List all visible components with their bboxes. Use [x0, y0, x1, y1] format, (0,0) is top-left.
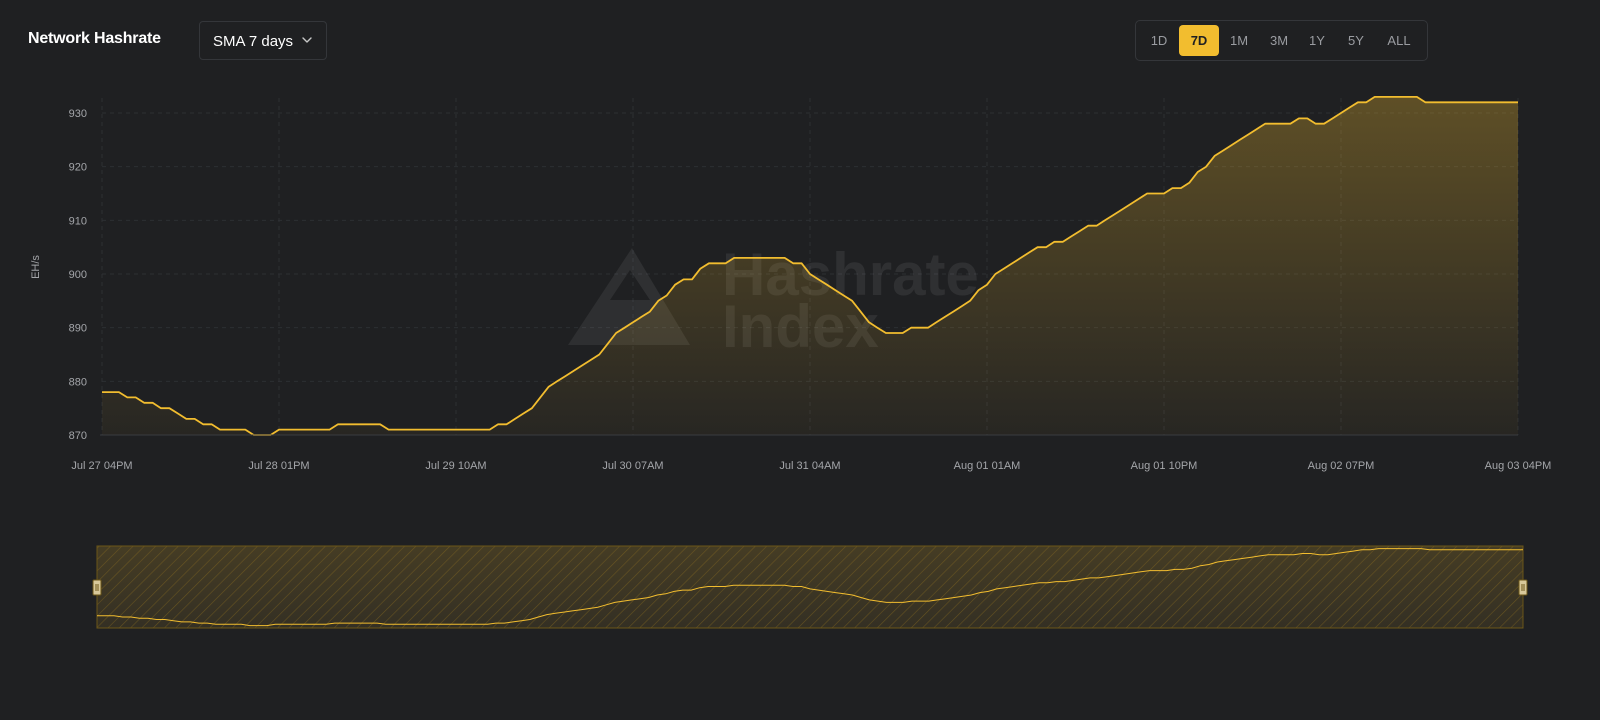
navigator-handle-left[interactable]: [92, 579, 102, 596]
y-tick-label: 880: [69, 376, 87, 388]
y-tick-label: 910: [69, 215, 87, 227]
x-tick-label: Aug 03 04PM: [1485, 460, 1552, 472]
y-tick-label: 930: [69, 108, 87, 120]
y-tick-label: 870: [69, 430, 87, 442]
x-tick-label: Jul 31 04AM: [779, 460, 840, 472]
y-axis-label: EH/s: [30, 255, 42, 279]
y-tick-label: 920: [69, 162, 87, 174]
navigator-hatch: [97, 546, 1523, 628]
x-tick-label: Aug 02 07PM: [1308, 460, 1375, 472]
navigator-handle-right[interactable]: [1518, 579, 1528, 596]
y-axis-ticks: 870 880 890 900 910 920 930: [69, 108, 87, 442]
y-tick-label: 890: [69, 323, 87, 335]
x-tick-label: Aug 01 01AM: [954, 460, 1021, 472]
x-tick-label: Jul 30 07AM: [602, 460, 663, 472]
x-tick-label: Jul 27 04PM: [71, 460, 132, 472]
range-navigator[interactable]: [92, 545, 1528, 629]
x-tick-label: Jul 28 01PM: [248, 460, 309, 472]
hashrate-chart: Hashrate Index 870880890900910920930 Jul…: [30, 96, 1551, 629]
x-axis-ticks: Jul 27 04PM Jul 28 01PM Jul 29 10AM Jul 30 …: [71, 460, 1551, 472]
y-tick-label: 900: [69, 269, 87, 281]
x-tick-label: Aug 01 10PM: [1131, 460, 1198, 472]
x-tick-label: Jul 29 10AM: [425, 460, 486, 472]
